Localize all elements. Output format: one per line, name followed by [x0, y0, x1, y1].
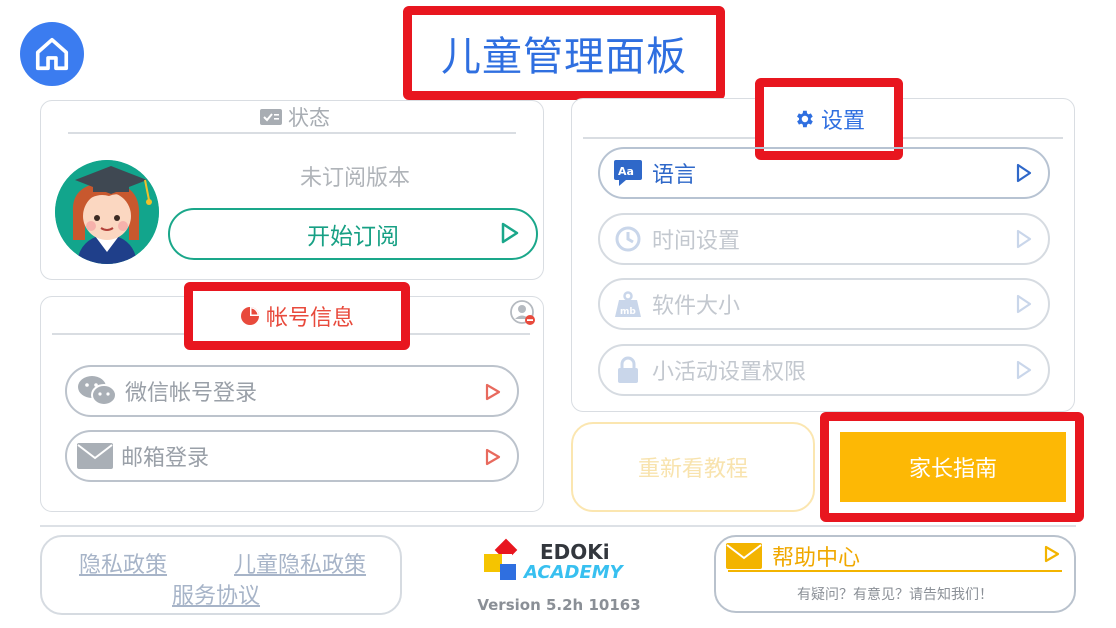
play-arrow-icon	[1016, 360, 1032, 380]
weight-icon: mb	[614, 290, 642, 318]
settings-heading: 设置	[820, 109, 865, 134]
logo-text-academy: ACADEMY	[524, 562, 623, 583]
help-center-underline	[728, 570, 1062, 572]
wechat-login-label: 微信帐号登录	[125, 381, 258, 406]
subscription-status-text: 未订阅版本	[299, 166, 410, 191]
account-heading-highlight: 帐号信息	[184, 282, 410, 350]
settings-item-time[interactable]: 时间设置	[598, 213, 1050, 265]
pie-chart-icon	[240, 307, 259, 325]
lock-icon	[614, 356, 642, 384]
help-center-subtitle: 有疑问？有意见？请告知我们！	[797, 587, 993, 603]
help-center-title: 帮助中心	[772, 546, 861, 571]
home-icon	[35, 37, 69, 71]
status-divider	[68, 132, 516, 134]
user-remove-icon[interactable]	[510, 300, 536, 326]
play-arrow-icon	[485, 383, 501, 401]
status-heading-label: 状态	[288, 106, 330, 130]
settings-item-label: 语言	[652, 163, 697, 188]
logo-text-edoki: EDOKi	[540, 540, 610, 564]
home-button[interactable]	[20, 22, 84, 86]
settings-item-label: 软件大小	[652, 294, 741, 319]
settings-item-language[interactable]: Aa 语言	[598, 147, 1050, 199]
avatar	[55, 160, 159, 264]
play-arrow-icon	[1044, 545, 1060, 563]
edoki-logo: EDOKi ACADEMY	[482, 538, 638, 588]
settings-item-label: 时间设置	[652, 229, 741, 254]
settings-item-app-size[interactable]: mb 软件大小	[598, 278, 1050, 330]
replay-tutorial-label: 重新看教程	[637, 457, 748, 482]
replay-tutorial-button[interactable]: 重新看教程	[571, 422, 815, 512]
status-heading: 状态	[220, 104, 370, 130]
clock-icon	[614, 225, 642, 253]
wechat-login-button[interactable]: 微信帐号登录	[65, 365, 519, 417]
play-arrow-icon	[501, 222, 519, 244]
play-arrow-icon	[485, 448, 501, 466]
mail-icon	[77, 443, 113, 469]
gear-icon	[797, 110, 813, 128]
settings-item-activity-permissions[interactable]: 小活动设置权限	[598, 344, 1050, 396]
privacy-policy-link[interactable]: 隐私政策	[79, 547, 167, 579]
language-icon: Aa	[614, 159, 642, 187]
parent-guide-button[interactable]: 家长指南	[840, 432, 1066, 502]
play-arrow-icon	[1016, 294, 1032, 314]
email-login-button[interactable]: 邮箱登录	[65, 430, 519, 482]
child-graduate-icon	[55, 160, 159, 264]
page-title: 儿童管理面板	[441, 34, 687, 80]
child-privacy-policy-link[interactable]: 儿童隐私政策	[234, 547, 366, 579]
play-arrow-icon	[1016, 163, 1032, 183]
terms-of-service-link[interactable]: 服务协议	[172, 578, 260, 610]
title-highlight: 儿童管理面板	[403, 6, 725, 100]
status-icon	[260, 109, 282, 125]
account-heading: 帐号信息	[265, 306, 354, 331]
play-arrow-icon	[1016, 229, 1032, 249]
svg-text:Aa: Aa	[618, 165, 634, 178]
wechat-icon	[78, 376, 117, 406]
version-text: Version 5.2h 10163	[477, 596, 641, 614]
parent-guide-label: 家长指南	[908, 457, 997, 482]
mail-icon	[726, 543, 762, 569]
subscribe-label: 开始订阅	[307, 224, 399, 250]
settings-item-label: 小活动设置权限	[652, 360, 807, 385]
subscribe-button[interactable]: 开始订阅	[168, 208, 538, 260]
email-login-label: 邮箱登录	[121, 446, 210, 471]
svg-text:mb: mb	[620, 307, 636, 317]
footer-divider	[40, 525, 1076, 527]
